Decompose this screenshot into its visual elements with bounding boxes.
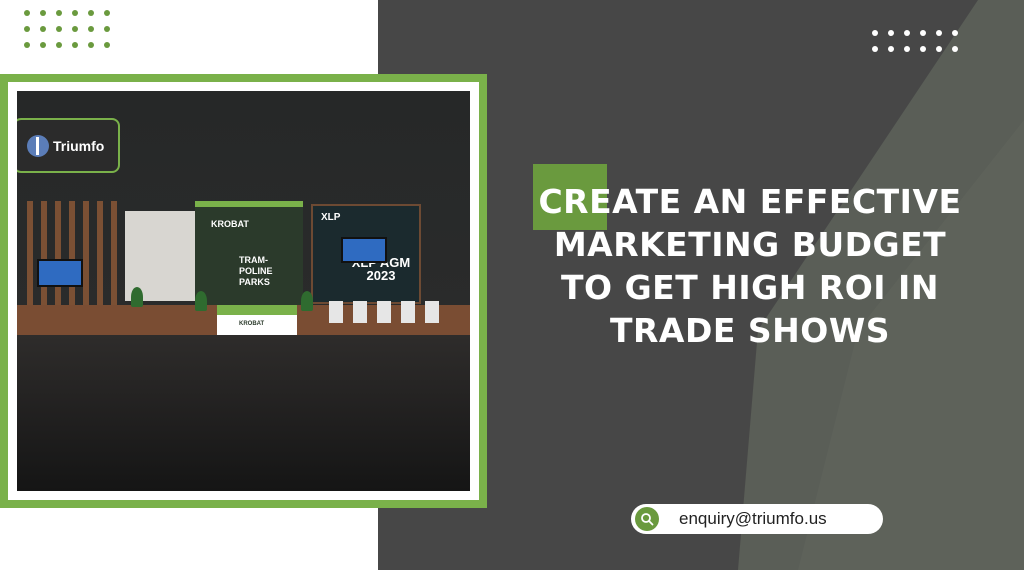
image-frame: KROBAT TRAM- POLINE PARKS XLP XLP AGM 20…	[0, 74, 487, 508]
tv-screen-left	[37, 259, 83, 287]
decorative-dots-top-left	[24, 10, 110, 48]
booth-main-wall: KROBAT TRAM- POLINE PARKS	[195, 201, 303, 311]
stools	[329, 301, 439, 323]
booth-counter: KROBAT	[217, 305, 297, 335]
triumfo-logo-badge: Triumfo	[17, 118, 120, 173]
floor-reflection	[17, 335, 470, 491]
headline-line-2: MARKETING BUDGET	[553, 225, 947, 264]
headline: CREATE AN EFFECTIVE MARKETING BUDGET TO …	[530, 180, 970, 352]
plant	[301, 291, 313, 311]
tv-screen-right	[341, 237, 387, 263]
logo-text: Triumfo	[53, 137, 105, 154]
booth-photo: KROBAT TRAM- POLINE PARKS XLP XLP AGM 20…	[17, 91, 470, 491]
main-wall-brand: KROBAT	[211, 219, 249, 229]
headline-line-3: TO GET HIGH ROI IN	[561, 268, 939, 307]
headline-line-1: CREATE AN EFFECTIVE	[538, 182, 962, 221]
headline-line-4: TRADE SHOWS	[610, 311, 890, 350]
screen-tag: XLP	[321, 212, 341, 223]
triumfo-logo-icon	[27, 134, 49, 157]
search-icon	[635, 507, 659, 531]
decorative-dots-top-right	[872, 30, 958, 52]
main-wall-text: TRAM- POLINE PARKS	[239, 255, 273, 287]
plant	[131, 287, 143, 307]
email-address[interactable]: enquiry@triumfo.us	[679, 509, 827, 529]
email-contact-pill[interactable]: enquiry@triumfo.us	[631, 504, 883, 534]
plant	[195, 291, 207, 311]
image-frame-inner: KROBAT TRAM- POLINE PARKS XLP XLP AGM 20…	[8, 82, 479, 500]
counter-brand: KROBAT	[239, 321, 265, 327]
